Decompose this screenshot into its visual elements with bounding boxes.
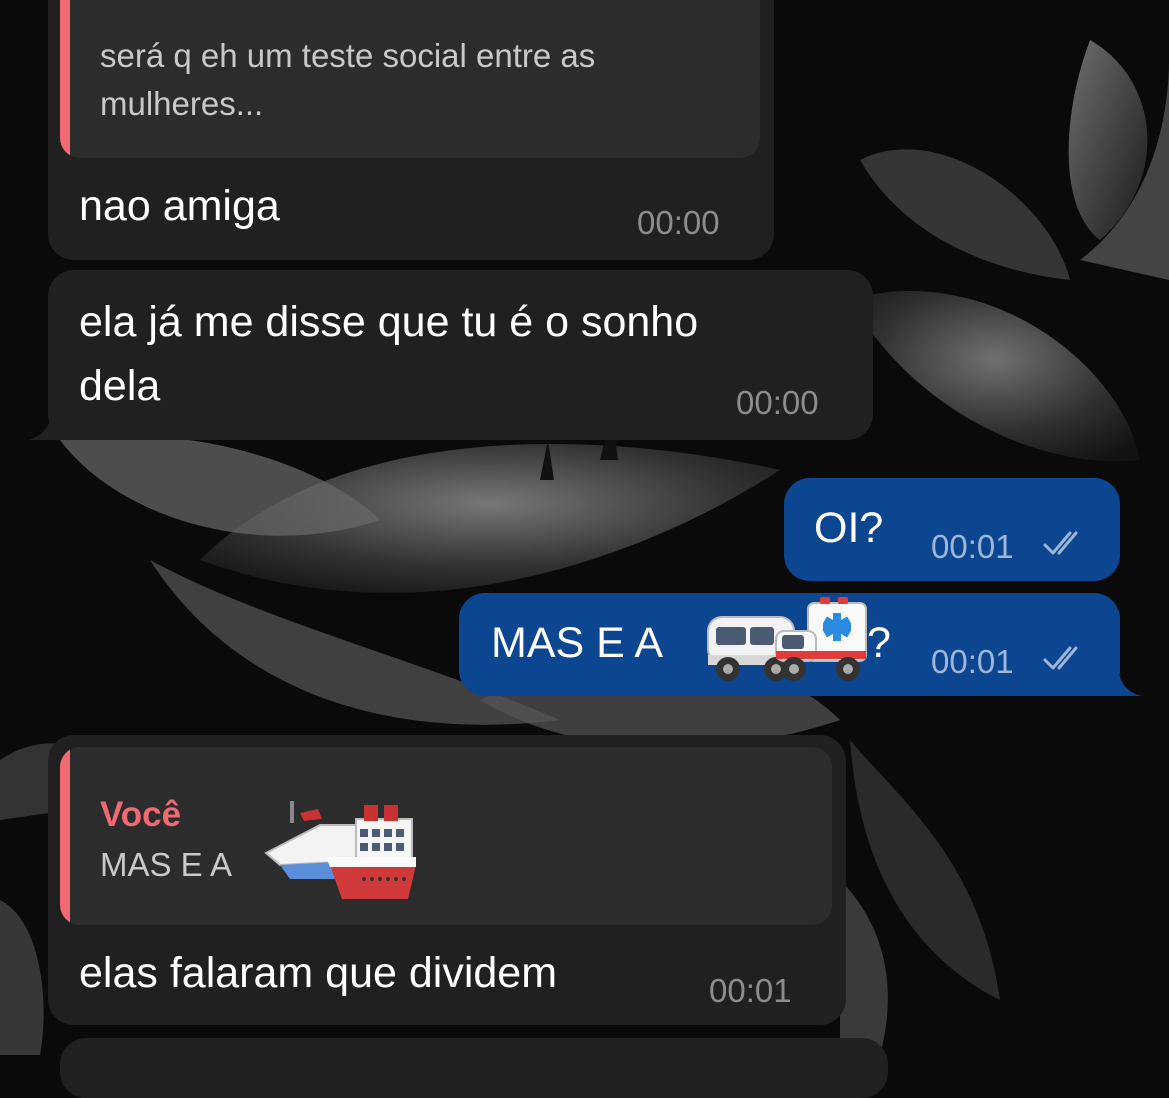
- message-text-prefix: MAS E A: [491, 619, 664, 667]
- bubble-tail-outgoing: [1080, 654, 1142, 696]
- reply-accent-bar: [60, 0, 70, 158]
- message-text: nao amiga: [79, 182, 280, 230]
- message-text-line-1: ela já me disse que tu é o sonho: [79, 298, 699, 346]
- read-receipt-icon: [1043, 531, 1078, 555]
- ambulance-emoji-icon: [775, 597, 867, 681]
- message-bubble-incoming-partial[interactable]: [60, 1038, 888, 1098]
- message-text-line-2: dela: [79, 362, 161, 410]
- message-text: MAS E A: [491, 615, 663, 671]
- message-time: 00:00: [736, 384, 819, 421]
- message-bubble-outgoing[interactable]: MAS E A ? 00:01: [459, 593, 1120, 696]
- message-bubble-outgoing[interactable]: OI? 00:01: [784, 478, 1120, 581]
- reply-sender-name: Você: [100, 795, 182, 834]
- message-bubble-incoming[interactable]: Você MAS E A elas falaram que dividem 00…: [48, 735, 846, 1025]
- reply-quote[interactable]: será q eh um teste social entre as mulhe…: [60, 0, 760, 158]
- reply-quote[interactable]: Você MAS E A: [60, 747, 832, 925]
- reply-quote-text: será q eh um teste social entre as mulhe…: [100, 37, 596, 122]
- message-time: 00:00: [637, 204, 720, 241]
- ship-emoji-icon: [264, 801, 416, 899]
- reply-accent-bar: [60, 747, 70, 925]
- message-time: 00:01: [709, 972, 792, 1009]
- message-text: OI?: [814, 504, 884, 552]
- bubble-tail-incoming: [28, 400, 88, 440]
- message-text: elas falaram que dividem: [79, 949, 558, 997]
- message-time: 00:01: [931, 643, 1014, 680]
- reply-quote-text: MAS E A: [100, 846, 240, 883]
- message-text-suffix: ?: [867, 619, 891, 667]
- message-bubble-incoming[interactable]: ela já me disse que tu é o sonho dela 00…: [48, 270, 873, 440]
- message-bubble-incoming[interactable]: será q eh um teste social entre as mulhe…: [48, 0, 774, 260]
- message-time: 00:01: [931, 528, 1014, 565]
